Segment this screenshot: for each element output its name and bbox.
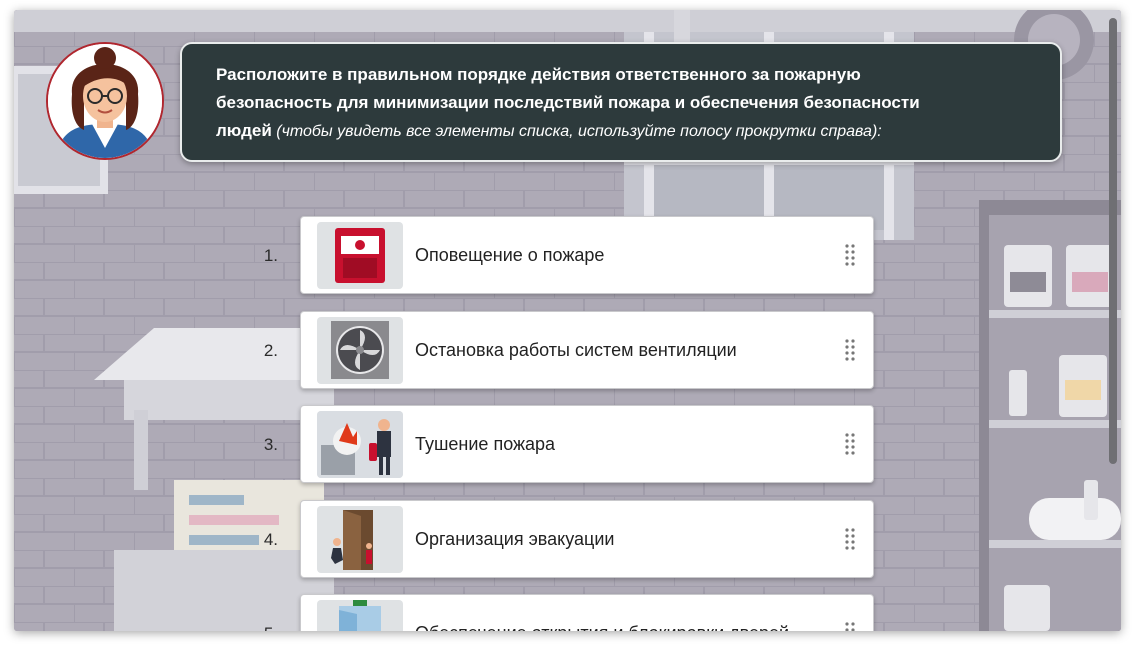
fire-extinguishing-icon — [317, 411, 403, 478]
item-number: 1. — [263, 246, 278, 265]
item-label: Обеспечение открытия и блокировки дверей — [415, 595, 789, 631]
draggable-card[interactable]: Тушение пожара — [300, 405, 874, 483]
drag-handle-icon[interactable] — [845, 433, 855, 455]
draggable-card[interactable]: Остановка работы систем вентиляции — [300, 311, 874, 389]
ventilation-fan-icon — [317, 317, 403, 384]
draggable-card[interactable]: Организация эвакуации — [300, 500, 874, 578]
item-label: Тушение пожара — [415, 434, 556, 454]
drag-handle-icon[interactable] — [845, 244, 855, 266]
draggable-card[interactable]: Оповещение о пожаре — [300, 216, 874, 294]
item-number: 4. — [263, 530, 278, 549]
sortable-list: 1. Оповещение о пожаре 2. Остановка рабо… — [14, 10, 1121, 631]
exit-door-icon — [317, 600, 403, 631]
course-slide: Расположите в правильном порядке действи… — [14, 10, 1121, 631]
item-label: Организация эвакуации — [415, 529, 615, 549]
draggable-card[interactable]: Обеспечение открытия и блокировки дверей — [300, 594, 874, 631]
item-label: Оповещение о пожаре — [415, 245, 605, 265]
item-number: 5. — [244, 594, 278, 631]
item-number: 3. — [263, 435, 278, 454]
drag-handle-icon[interactable] — [845, 622, 855, 631]
drag-handle-icon[interactable] — [845, 528, 855, 550]
item-number: 2. — [263, 341, 278, 360]
item-label: Остановка работы систем вентиляции — [415, 340, 737, 360]
list-scrollbar[interactable] — [1109, 18, 1117, 464]
drag-handle-icon[interactable] — [845, 339, 855, 361]
evacuation-door-icon — [317, 506, 403, 573]
fire-alarm-icon — [317, 222, 403, 289]
